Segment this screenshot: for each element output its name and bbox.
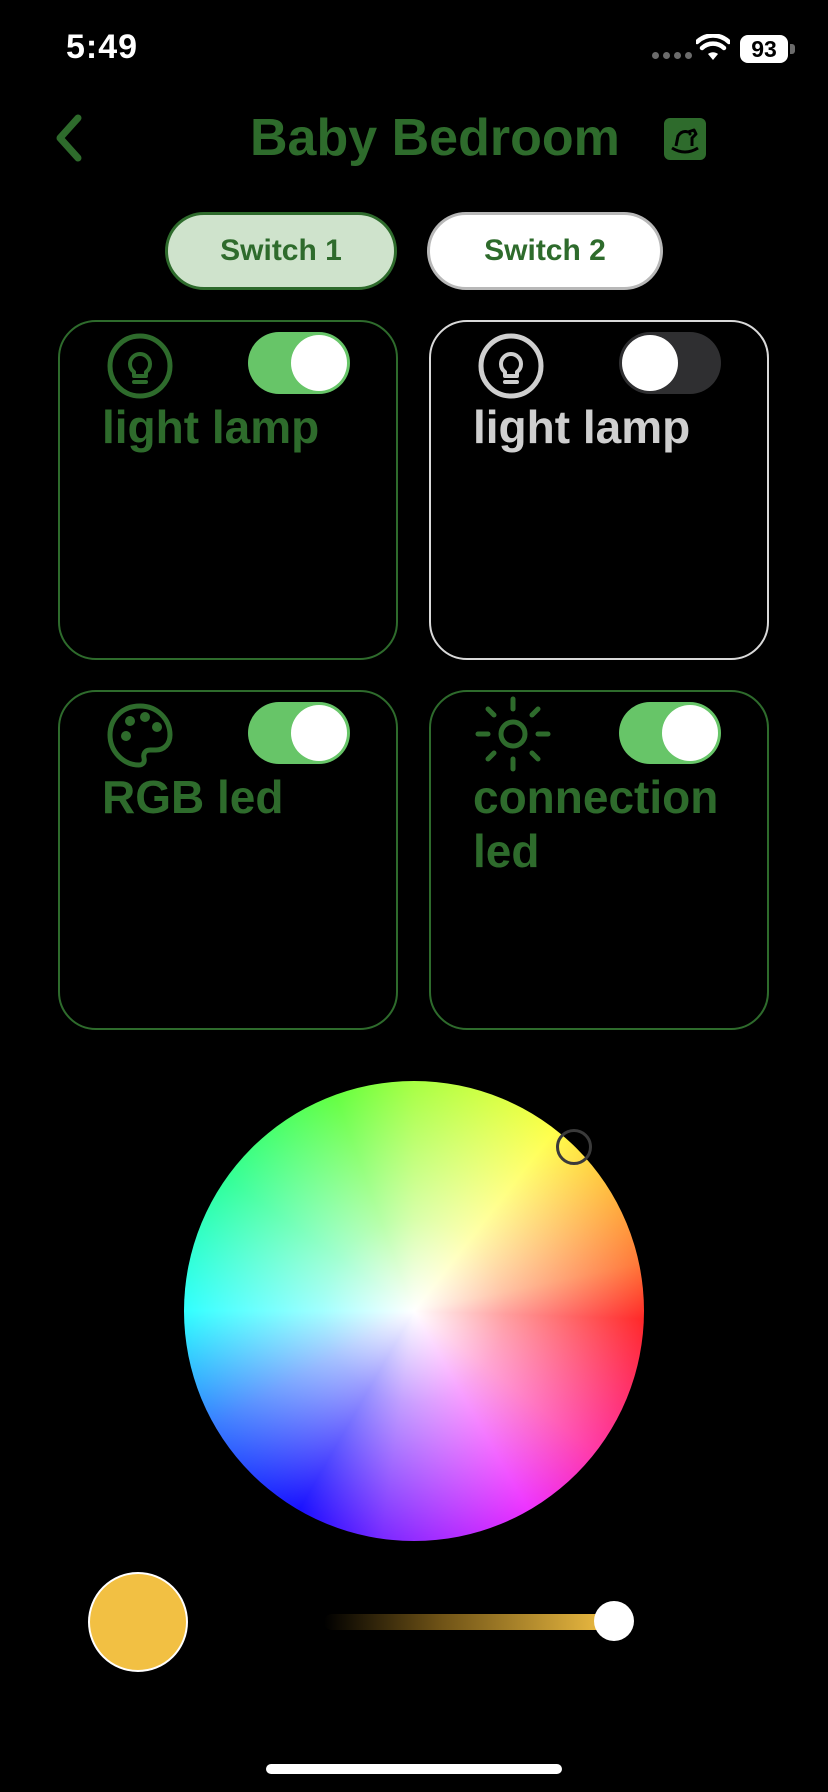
toggle-knob bbox=[622, 335, 678, 391]
device-label: connection led bbox=[473, 771, 719, 877]
battery-indicator: 93 bbox=[740, 35, 788, 63]
sun-icon bbox=[475, 696, 551, 772]
device-label: RGB led bbox=[102, 771, 284, 823]
page-title: Baby Bedroom bbox=[250, 109, 620, 167]
lightbulb-icon bbox=[478, 333, 544, 399]
rgb-led-toggle[interactable] bbox=[248, 702, 350, 764]
tab-switch-2[interactable]: Switch 2 bbox=[427, 212, 663, 290]
connection-led-toggle[interactable] bbox=[619, 702, 721, 764]
status-bar: 5:49 93 bbox=[0, 0, 828, 100]
tab-switch-1[interactable]: Switch 1 bbox=[165, 212, 397, 290]
cellular-signal-icon bbox=[652, 52, 692, 59]
toggle-knob bbox=[291, 705, 347, 761]
home-indicator bbox=[266, 1764, 562, 1774]
battery-cap bbox=[790, 44, 795, 54]
device-label: light lamp bbox=[473, 401, 691, 453]
light-lamp-2-toggle[interactable] bbox=[619, 332, 721, 394]
color-wheel-picker-handle[interactable] bbox=[556, 1129, 592, 1165]
brightness-slider[interactable] bbox=[324, 1614, 614, 1630]
device-card-light-lamp-2[interactable]: light lamp bbox=[429, 320, 769, 660]
device-card-light-lamp-1[interactable]: light lamp bbox=[58, 320, 398, 660]
toggle-knob bbox=[662, 705, 718, 761]
light-lamp-1-toggle[interactable] bbox=[248, 332, 350, 394]
palette-icon bbox=[107, 703, 173, 768]
battery-level: 93 bbox=[751, 35, 777, 62]
chevron-left-icon bbox=[56, 114, 82, 162]
rocking-horse-icon bbox=[664, 118, 706, 160]
back-button[interactable] bbox=[50, 112, 100, 172]
device-card-rgb-led[interactable]: RGB led bbox=[58, 690, 398, 1030]
brightness-slider-handle[interactable] bbox=[594, 1601, 634, 1641]
device-card-connection-led[interactable]: connection led bbox=[429, 690, 769, 1030]
status-time: 5:49 bbox=[66, 28, 139, 66]
wifi-icon bbox=[696, 34, 730, 60]
device-label: light lamp bbox=[102, 401, 320, 453]
toggle-knob bbox=[291, 335, 347, 391]
lightbulb-icon bbox=[107, 333, 173, 399]
selected-color-swatch bbox=[88, 1572, 188, 1672]
